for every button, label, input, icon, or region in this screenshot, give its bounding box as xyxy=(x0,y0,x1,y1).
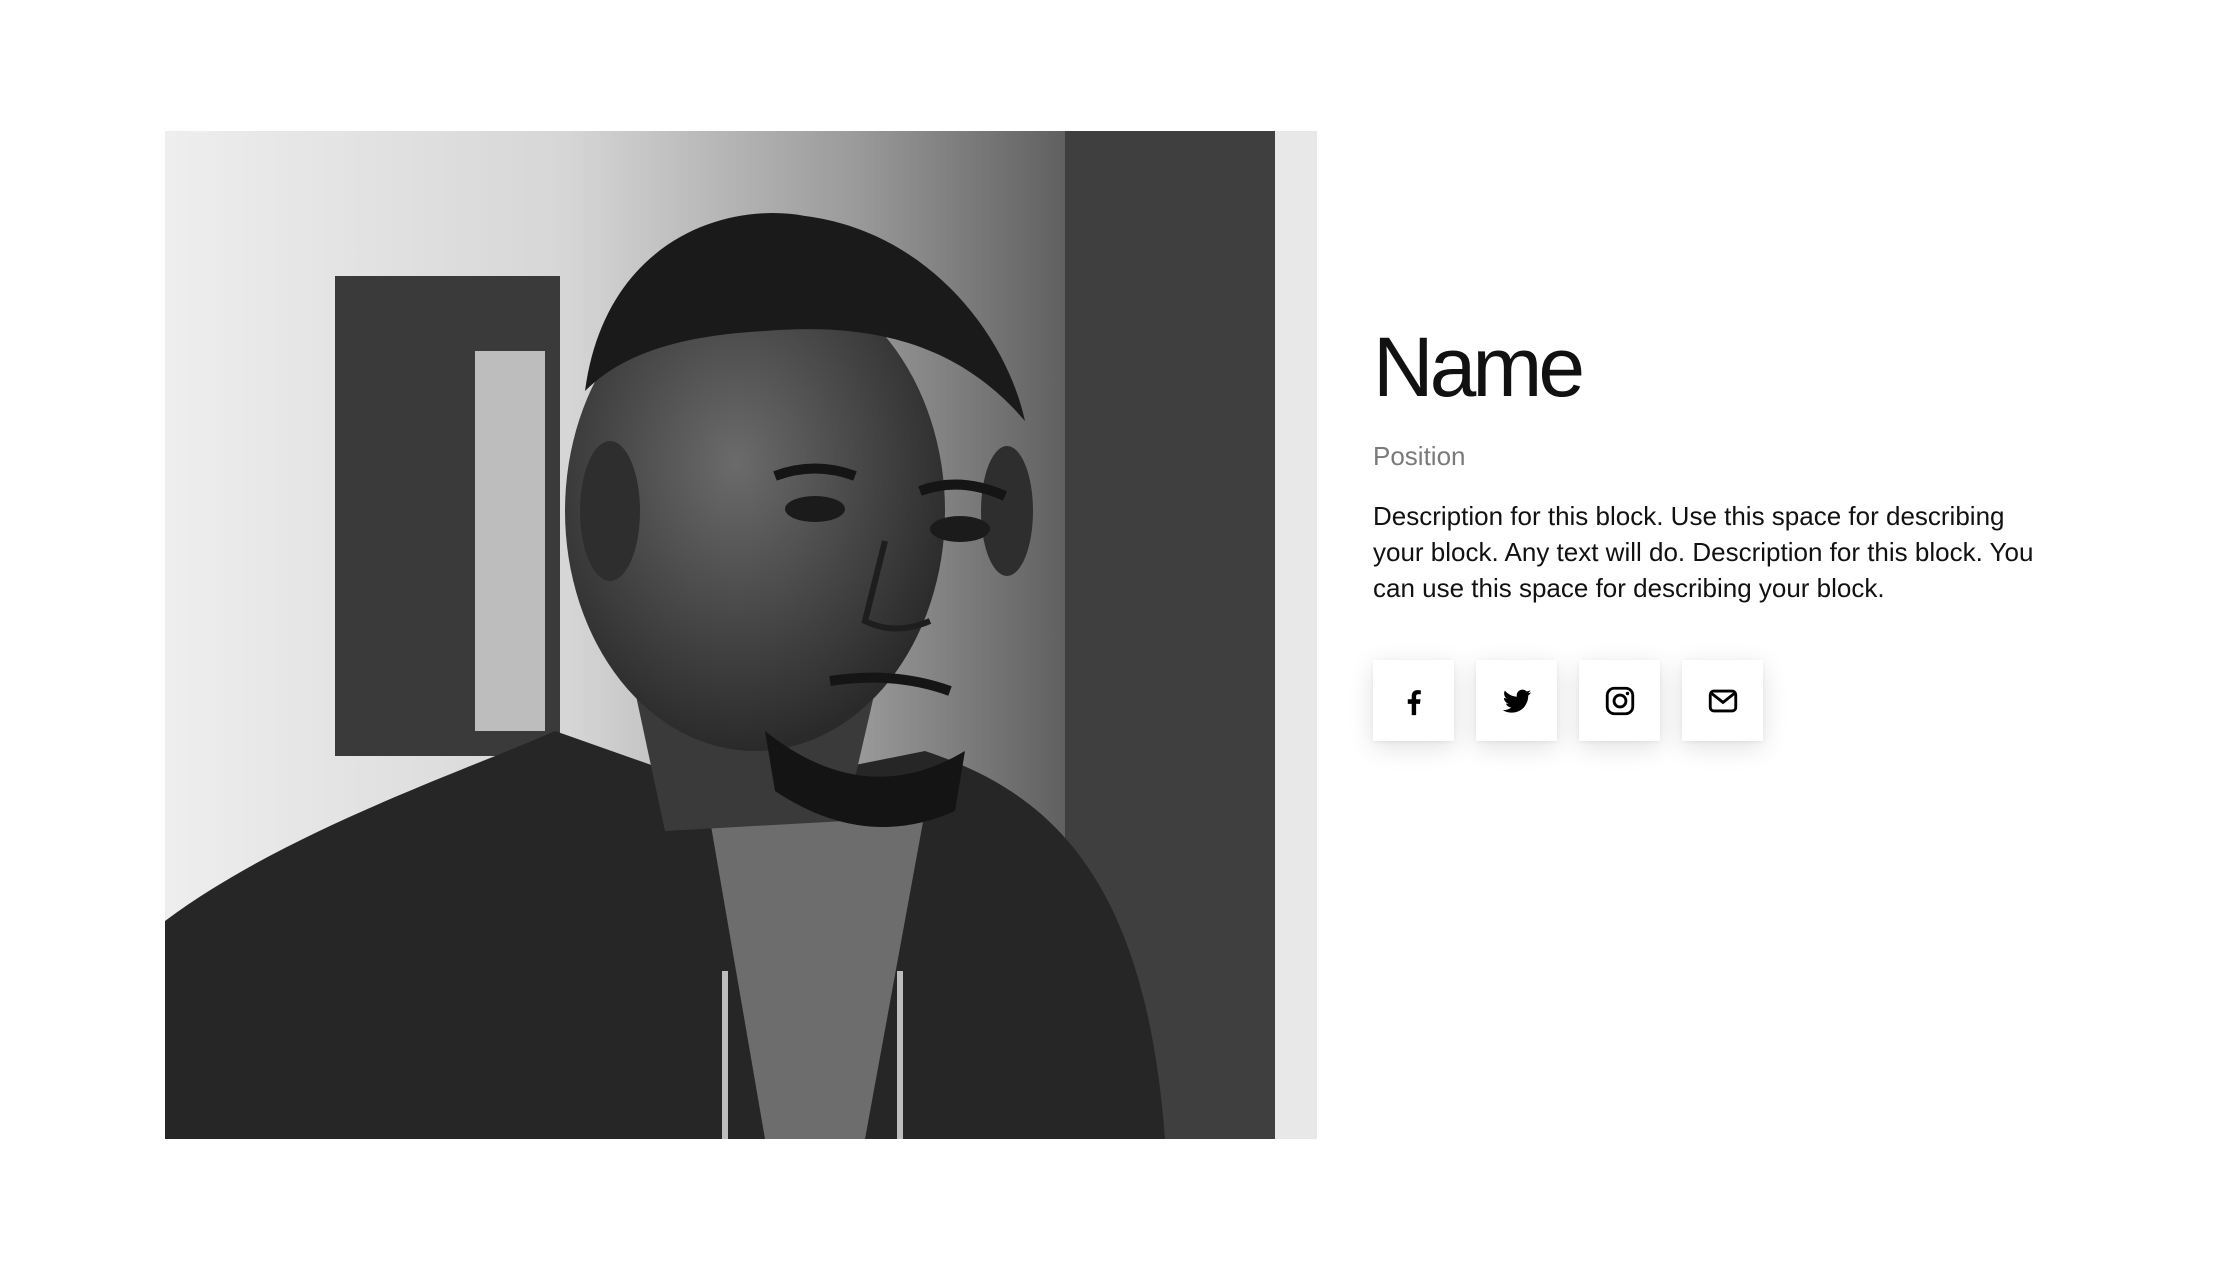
profile-position: Position xyxy=(1373,441,1466,471)
email-icon xyxy=(1708,689,1737,713)
profile-photo xyxy=(165,131,1317,1139)
facebook-icon xyxy=(1407,689,1421,715)
facebook-link[interactable] xyxy=(1373,660,1454,742)
instagram-icon xyxy=(1605,686,1634,715)
profile-info: Name Position Description for this block… xyxy=(1373,320,2053,742)
twitter-icon xyxy=(1502,689,1531,713)
social-links xyxy=(1373,660,2053,742)
twitter-link[interactable] xyxy=(1476,660,1557,742)
email-link[interactable] xyxy=(1682,660,1763,742)
team-member-block: Name Position Description for this block… xyxy=(0,0,2240,1288)
profile-description: Description for this block. Use this spa… xyxy=(1373,501,2034,604)
profile-name: Name xyxy=(1373,320,1585,414)
instagram-link[interactable] xyxy=(1579,660,1660,742)
portrait-photo xyxy=(165,131,1317,1139)
